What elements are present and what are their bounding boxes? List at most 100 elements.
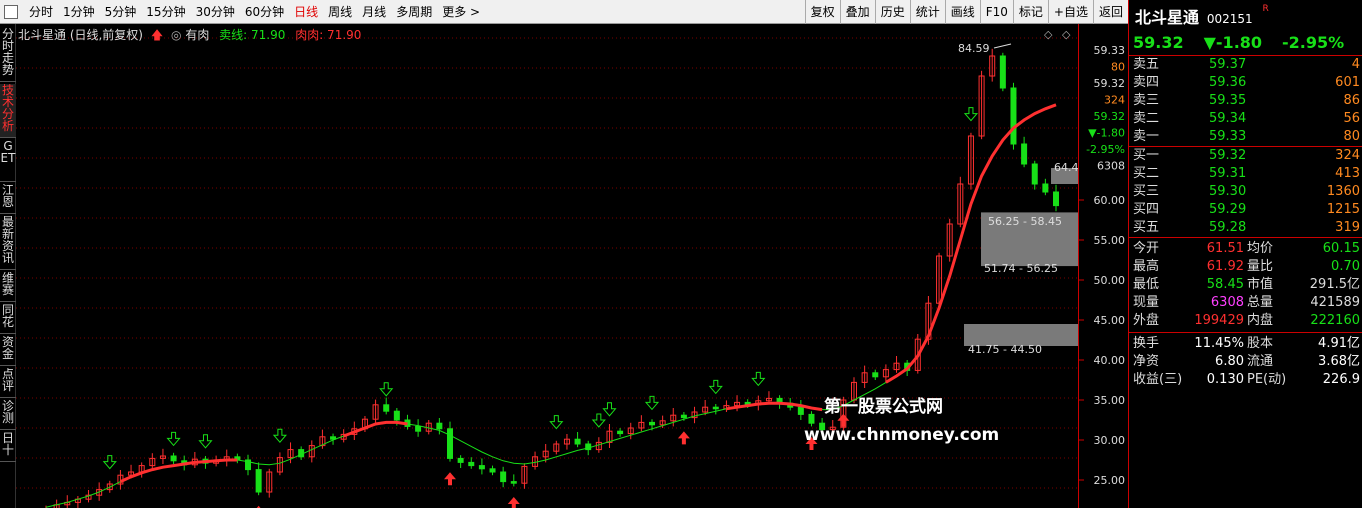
candle-body: [255, 469, 262, 493]
period-tab-0[interactable]: 分时: [24, 0, 58, 24]
side-tab-1[interactable]: 技术分析: [0, 84, 16, 138]
stat-label: 外盘: [1133, 313, 1160, 328]
meat-line: [726, 401, 823, 412]
stat-value: 11.45%: [1194, 336, 1244, 351]
book-volume: 413: [1335, 166, 1360, 181]
sell-arrow-icon: [708, 379, 723, 395]
period-tab-1[interactable]: 1分钟: [58, 0, 100, 24]
kline-chart[interactable]: 64.44 56.25 - 58.45 51.74 - 56.25 41.75 - 4…: [16, 24, 1078, 508]
stat-value: 226.9: [1322, 372, 1360, 387]
stat-label: 收益(三): [1133, 372, 1183, 387]
ask-book: 卖五 59.37 4 卖四 59.36 601 卖三 59.35 86 卖二 59.34 56 卖一 59…: [1129, 56, 1362, 147]
candle-body: [1031, 163, 1038, 185]
stat-value: 0.70: [1331, 259, 1360, 274]
candle-body: [999, 55, 1006, 89]
stat-value: 4.91亿: [1318, 336, 1360, 351]
period-tab-9[interactable]: 多周期: [391, 0, 437, 24]
sell-arrow-icon: [379, 382, 394, 397]
price-change-pct: -2.95%: [1282, 33, 1345, 52]
side-tab-7[interactable]: 资金: [0, 336, 16, 366]
period-tab-4[interactable]: 30分钟: [191, 0, 240, 24]
stat-row: 收益(三) 0.130 PE(动) 226.9: [1129, 371, 1362, 389]
support-box: [981, 230, 1078, 267]
book-label: 买二: [1133, 166, 1160, 181]
candle-body: [383, 404, 390, 412]
book-price: 59.32: [1209, 148, 1247, 163]
book-price: 59.37: [1209, 57, 1247, 72]
candle-body: [500, 471, 507, 483]
side-tab-5[interactable]: 维赛: [0, 272, 16, 302]
sell-arrow-icon: [591, 413, 606, 428]
tool-button-5[interactable]: F10: [979, 0, 1013, 24]
diamond-icon[interactable]: ◇: [1044, 28, 1053, 41]
sell-arrow-icon: [198, 434, 213, 449]
candle-body: [617, 430, 624, 435]
side-tab-3[interactable]: 江恩: [0, 184, 16, 214]
tool-button-4[interactable]: 画线: [944, 0, 980, 24]
book-price: 59.34: [1209, 111, 1247, 126]
book-label: 买五: [1133, 220, 1160, 235]
period-toolbar: 分时 1分钟 5分钟 15分钟 30分钟 60分钟 日线 周线 月线 多周期 更多 > 复权 叠加 历史…: [0, 0, 1128, 24]
tool-button-6[interactable]: 标记: [1012, 0, 1048, 24]
book-volume: 324: [1335, 148, 1360, 163]
tool-button-1[interactable]: 叠加: [839, 0, 875, 24]
kline-chart-svg[interactable]: 64.44 56.25 - 58.45 51.74 - 56.25 41.75 - 4…: [16, 24, 1078, 508]
side-tab-9[interactable]: 诊测: [0, 400, 16, 430]
gear-icon[interactable]: ◎: [171, 28, 181, 42]
stock-name: 北斗星通: [1135, 8, 1200, 27]
side-tab-8[interactable]: 点评: [0, 368, 16, 398]
tool-button-0[interactable]: 复权: [804, 0, 840, 24]
period-tab-10[interactable]: 更多 >: [437, 0, 485, 24]
price-line: 59.32 ▼-1.80 -2.95%: [1129, 30, 1362, 56]
stat-label: 量比: [1247, 259, 1274, 274]
axis-tick-label: 45.00: [1094, 314, 1126, 327]
side-tab-0[interactable]: 分时走势: [0, 28, 16, 82]
book-price: 59.36: [1209, 75, 1247, 90]
candle-body: [510, 481, 517, 484]
tool-button-7[interactable]: +自选: [1047, 0, 1093, 24]
stat-label: 最高: [1133, 259, 1160, 274]
axis-top-value: ▼-1.80: [1088, 127, 1125, 140]
book-row: 买五 59.28 319: [1129, 219, 1362, 237]
layout-toggle-icon[interactable]: [4, 4, 18, 19]
period-tab-5[interactable]: 60分钟: [240, 0, 289, 24]
indicator-name[interactable]: 有肉: [185, 28, 209, 42]
close-icon[interactable]: ◇: [1062, 28, 1071, 41]
book-row: 卖三 59.35 86: [1129, 92, 1362, 110]
axis-tick-label: 40.00: [1094, 354, 1126, 367]
candle-body: [1021, 143, 1028, 165]
stat-label: 总量: [1247, 295, 1274, 310]
side-tab-2[interactable]: GET: [0, 140, 16, 182]
axis-top-value: -2.95%: [1086, 143, 1125, 156]
axis-tick-label: 30.00: [1094, 434, 1126, 447]
sell-line-label: 卖线: 71.90: [219, 28, 286, 42]
candle-body: [478, 465, 485, 470]
book-label: 卖一: [1133, 129, 1160, 144]
book-row: 卖二 59.34 56: [1129, 110, 1362, 128]
book-label: 卖四: [1133, 75, 1160, 90]
box-label: 51.74 - 56.25: [984, 262, 1058, 275]
period-tab-2[interactable]: 5分钟: [100, 0, 142, 24]
axis-top-value: 6308: [1097, 160, 1125, 173]
tool-button-2[interactable]: 历史: [874, 0, 910, 24]
candle-body: [447, 428, 453, 459]
side-tab-10[interactable]: 日十: [0, 432, 16, 462]
high-pointer: [993, 43, 1012, 49]
axis-tick-label: 25.00: [1094, 474, 1126, 487]
period-tab-6[interactable]: 日线: [289, 0, 323, 24]
side-tab-4[interactable]: 最新资讯: [0, 216, 16, 270]
book-row: 卖五 59.37 4: [1129, 56, 1362, 74]
book-volume: 80: [1343, 129, 1360, 144]
tool-button-8[interactable]: 返回: [1092, 0, 1128, 24]
candle-body: [1053, 191, 1059, 207]
box-label: 56.25 - 58.45: [988, 215, 1062, 228]
period-tab-8[interactable]: 月线: [357, 0, 391, 24]
buy-arrow-icon: [444, 472, 456, 486]
candle-body: [1042, 183, 1049, 193]
up-arrow-icon: 🡅: [150, 28, 164, 42]
side-tab-6[interactable]: 同花: [0, 304, 16, 334]
tool-button-3[interactable]: 统计: [909, 0, 945, 24]
period-tab-7[interactable]: 周线: [323, 0, 357, 24]
axis-tick-label: 60.00: [1094, 194, 1126, 207]
period-tab-3[interactable]: 15分钟: [141, 0, 190, 24]
